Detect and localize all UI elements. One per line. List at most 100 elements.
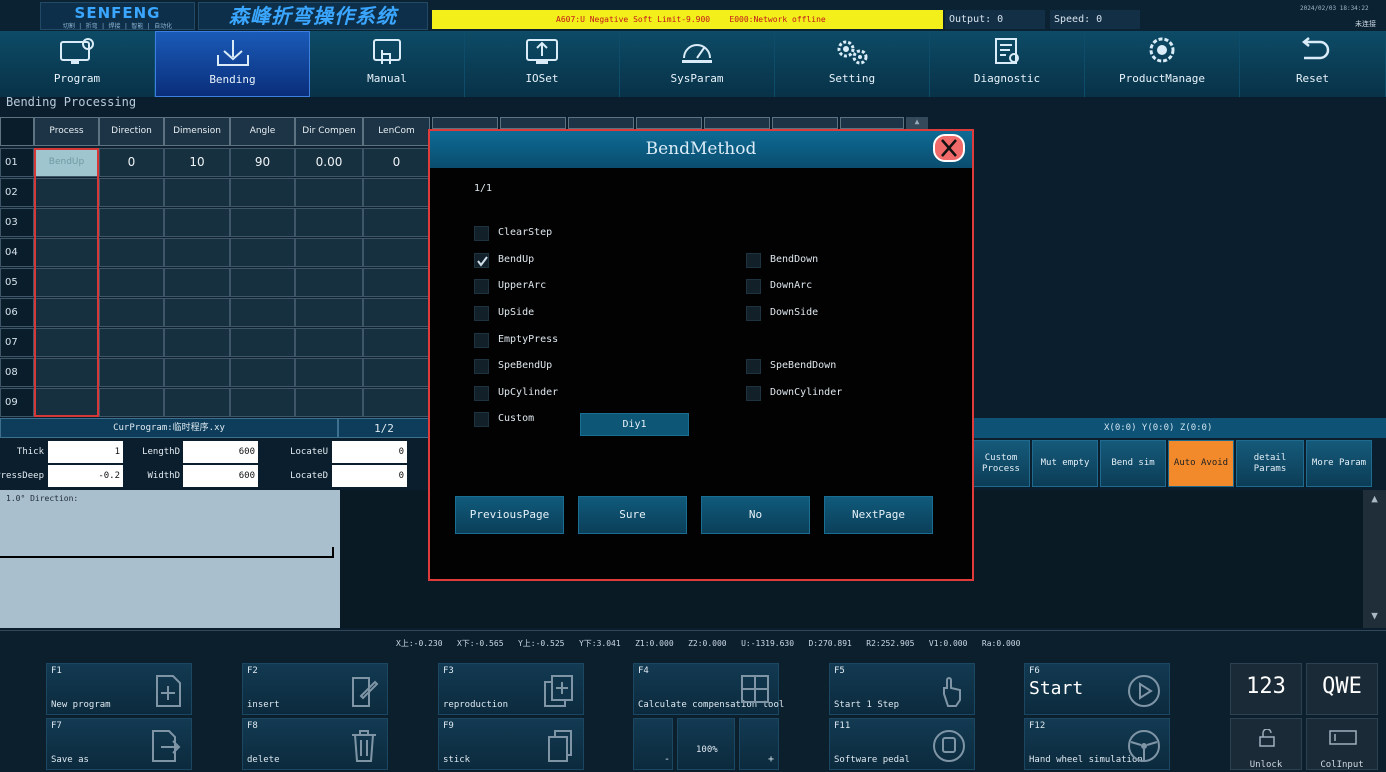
bend-up-checkbox[interactable] — [474, 253, 489, 268]
direction-cell[interactable] — [99, 208, 164, 237]
f8-delete-button[interactable]: F8 delete — [242, 718, 388, 770]
nav-program[interactable]: Program — [0, 31, 155, 97]
lencom-cell[interactable] — [363, 358, 430, 387]
nav-bending[interactable]: Bending — [155, 31, 310, 97]
dimension-cell[interactable] — [164, 388, 230, 417]
direction-cell[interactable] — [99, 298, 164, 327]
nav-diagnostic[interactable]: Diagnostic — [930, 31, 1085, 97]
colinput-button[interactable]: ColInput — [1306, 718, 1378, 770]
f7-save-as-button[interactable]: F7 Save as — [46, 718, 192, 770]
up-cylinder-checkbox[interactable] — [474, 386, 489, 401]
direction-cell[interactable] — [99, 388, 164, 417]
scroll-up-arrow[interactable]: ▲ — [1366, 492, 1383, 509]
pressdeep-input[interactable]: -0.2 — [48, 465, 123, 487]
f11-software-pedal-button[interactable]: F11 Software pedal — [829, 718, 975, 770]
dir-compen-cell[interactable] — [295, 268, 363, 297]
f1-new-program-button[interactable]: F1 New program — [46, 663, 192, 715]
detail-params-button[interactable]: detail Params — [1236, 440, 1304, 487]
f3-reproduction-button[interactable]: F3 reproduction — [438, 663, 584, 715]
dimension-cell[interactable] — [164, 178, 230, 207]
f2-insert-button[interactable]: F2 insert — [242, 663, 388, 715]
sure-button[interactable]: Sure — [578, 496, 687, 534]
thick-input[interactable]: 1 — [48, 441, 123, 463]
dimension-cell[interactable] — [164, 298, 230, 327]
lencom-cell[interactable] — [363, 298, 430, 327]
located-input[interactable]: 0 — [332, 465, 407, 487]
custom-process-button[interactable]: Custom Process — [972, 440, 1030, 487]
numeric-keyboard-button[interactable]: 123 — [1230, 663, 1302, 715]
nav-reset[interactable]: Reset — [1240, 31, 1386, 97]
f6-start-button[interactable]: F6 Start — [1024, 663, 1170, 715]
lencom-cell[interactable] — [363, 238, 430, 267]
angle-cell[interactable] — [230, 298, 295, 327]
dimension-cell[interactable] — [164, 358, 230, 387]
auto-avoid-button[interactable]: Auto Avoid — [1168, 440, 1234, 487]
upper-arc-checkbox[interactable] — [474, 279, 489, 294]
dir-compen-cell[interactable]: 0.00 — [295, 148, 363, 177]
empty-press-checkbox[interactable] — [474, 333, 489, 348]
dir-compen-cell[interactable] — [295, 298, 363, 327]
info-scrollbar[interactable]: ▲ ▼ — [1363, 490, 1386, 628]
f9-stick-button[interactable]: F9 stick — [438, 718, 584, 770]
angle-cell[interactable] — [230, 358, 295, 387]
bend-graphic-view[interactable] — [0, 490, 340, 628]
custom-checkbox[interactable] — [474, 412, 489, 427]
dimension-cell[interactable] — [164, 208, 230, 237]
alpha-keyboard-button[interactable]: QWE — [1306, 663, 1378, 715]
nav-ioset[interactable]: IOSet — [465, 31, 620, 97]
direction-cell[interactable] — [99, 358, 164, 387]
dir-compen-cell[interactable] — [295, 358, 363, 387]
angle-cell[interactable] — [230, 178, 295, 207]
dir-compen-cell[interactable] — [295, 328, 363, 357]
unlock-button[interactable]: Unlock — [1230, 718, 1302, 770]
dir-compen-cell[interactable] — [295, 388, 363, 417]
alarm-bar[interactable]: A607:U Negative Soft Limit-9.900 E000:Ne… — [432, 10, 943, 29]
lengthd-input[interactable]: 600 — [183, 441, 258, 463]
angle-cell[interactable]: 90 — [230, 148, 295, 177]
lencom-cell[interactable] — [363, 208, 430, 237]
locateu-input[interactable]: 0 — [332, 441, 407, 463]
nav-setting[interactable]: Setting — [775, 31, 930, 97]
more-param-button[interactable]: More Param — [1306, 440, 1372, 487]
lencom-cell[interactable] — [363, 328, 430, 357]
f4-calculate-compensation-button[interactable]: F4 Calculate compensation tool — [633, 663, 784, 715]
nav-sysparam[interactable]: SysParam — [620, 31, 775, 97]
up-side-checkbox[interactable] — [474, 306, 489, 321]
dir-compen-cell[interactable] — [295, 238, 363, 267]
dimension-cell[interactable] — [164, 268, 230, 297]
direction-cell[interactable] — [99, 238, 164, 267]
widthd-input[interactable]: 600 — [183, 465, 258, 487]
lencom-cell[interactable] — [363, 178, 430, 207]
zoom-out-button[interactable]: - — [633, 718, 673, 770]
down-side-checkbox[interactable] — [746, 306, 761, 321]
angle-cell[interactable] — [230, 208, 295, 237]
table-scroll-up[interactable]: ▲ — [906, 117, 928, 129]
next-page-button[interactable]: NextPage — [824, 496, 933, 534]
zoom-in-button[interactable]: + — [739, 718, 779, 770]
f5-start-one-step-button[interactable]: F5 Start 1 Step — [829, 663, 975, 715]
spe-bend-up-checkbox[interactable] — [474, 359, 489, 374]
mut-empty-button[interactable]: Mut empty — [1032, 440, 1098, 487]
lencom-cell[interactable] — [363, 268, 430, 297]
direction-cell[interactable] — [99, 328, 164, 357]
bend-down-checkbox[interactable] — [746, 253, 761, 268]
lencom-cell[interactable] — [363, 388, 430, 417]
spe-bend-down-checkbox[interactable] — [746, 359, 761, 374]
angle-cell[interactable] — [230, 328, 295, 357]
down-cylinder-checkbox[interactable] — [746, 386, 761, 401]
previous-page-button[interactable]: PreviousPage — [455, 496, 564, 534]
lencom-cell[interactable]: 0 — [363, 148, 430, 177]
clear-step-checkbox[interactable] — [474, 226, 489, 241]
direction-cell[interactable]: 0 — [99, 148, 164, 177]
no-button[interactable]: No — [701, 496, 810, 534]
dir-compen-cell[interactable] — [295, 208, 363, 237]
close-button[interactable] — [933, 134, 965, 162]
nav-productmanage[interactable]: ProductManage — [1085, 31, 1240, 97]
angle-cell[interactable] — [230, 268, 295, 297]
f12-hand-wheel-button[interactable]: F12 Hand wheel simulation — [1024, 718, 1170, 770]
dimension-cell[interactable]: 10 — [164, 148, 230, 177]
dimension-cell[interactable] — [164, 328, 230, 357]
direction-cell[interactable] — [99, 178, 164, 207]
dir-compen-cell[interactable] — [295, 178, 363, 207]
angle-cell[interactable] — [230, 388, 295, 417]
